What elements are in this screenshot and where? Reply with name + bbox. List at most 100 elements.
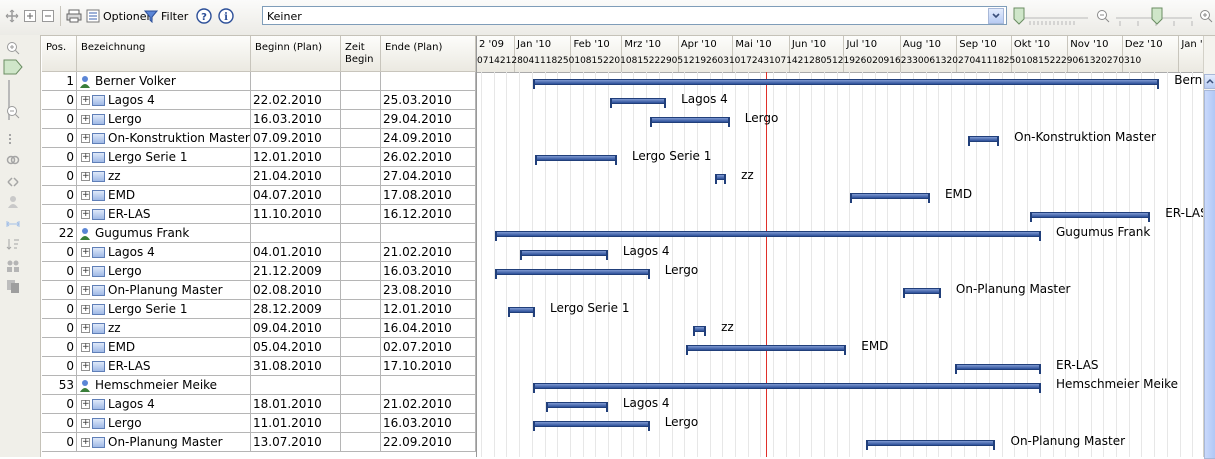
- scroll-thumb[interactable]: [1204, 90, 1215, 459]
- resource-icon[interactable]: [6, 195, 20, 209]
- table-row[interactable]: 0 + On-Planung Master 02.08.2010 23.08.2010: [42, 281, 476, 300]
- expand-icon[interactable]: +: [81, 305, 90, 314]
- help-icon[interactable]: ?: [196, 6, 212, 26]
- expand-icon[interactable]: +: [81, 324, 90, 333]
- expand-all-icon[interactable]: [24, 6, 36, 26]
- task-bar[interactable]: [968, 136, 1000, 146]
- table-row[interactable]: 0 + EMD 04.07.2010 17.08.2010: [42, 186, 476, 205]
- width-icon[interactable]: [6, 217, 20, 231]
- info-icon[interactable]: i: [218, 6, 234, 26]
- cell-pos: 0: [42, 186, 77, 204]
- expand-icon[interactable]: +: [81, 362, 90, 371]
- scroll-up-button[interactable]: [1204, 74, 1215, 89]
- resource-bar[interactable]: [533, 79, 1160, 89]
- filter-combo[interactable]: Keiner: [262, 6, 1007, 25]
- table-row[interactable]: 0 + On-Planung Master 13.07.2010 22.09.2010: [42, 433, 476, 452]
- table-row[interactable]: 0 + Lergo Serie 1 28.12.2009 12.01.2010: [42, 300, 476, 319]
- bar-label: On-Konstruktion Master: [1014, 130, 1156, 144]
- zoom-slider[interactable]: [1112, 5, 1196, 29]
- task-bar[interactable]: [535, 155, 617, 165]
- task-bar[interactable]: [520, 250, 609, 260]
- task-bar[interactable]: [533, 421, 651, 431]
- task-bar[interactable]: [495, 269, 650, 279]
- expand-icon[interactable]: +: [81, 248, 90, 257]
- task-bar[interactable]: [866, 440, 996, 450]
- print-icon[interactable]: [66, 6, 82, 26]
- task-bar[interactable]: [715, 174, 727, 184]
- zoom-in-icon[interactable]: [6, 41, 20, 55]
- task-icon: [92, 247, 105, 258]
- cell-name: Gugumus Frank: [77, 224, 251, 242]
- expand-icon[interactable]: +: [81, 172, 90, 181]
- task-bar[interactable]: [649, 117, 730, 127]
- column-header-start[interactable]: Beginn (Plan): [251, 36, 341, 72]
- task-bar[interactable]: [507, 307, 536, 317]
- table-row[interactable]: 0 + Lagos 4 04.01.2010 21.02.2010: [42, 243, 476, 262]
- resource-row[interactable]: 53 Hemschmeier Meike: [42, 376, 476, 395]
- expand-icon[interactable]: +: [81, 400, 90, 409]
- link-icon[interactable]: [6, 153, 20, 167]
- expand-icon[interactable]: +: [81, 134, 90, 143]
- table-row[interactable]: 0 + ER-LAS 11.10.2010 16.12.2010: [42, 205, 476, 224]
- expand-icon[interactable]: +: [81, 96, 90, 105]
- zoom-out-icon[interactable]: [1096, 6, 1110, 26]
- resource-bar[interactable]: [495, 231, 1041, 241]
- expand-icon[interactable]: +: [81, 210, 90, 219]
- table-row[interactable]: 0 + Lergo 11.01.2010 16.03.2010: [42, 414, 476, 433]
- expand-icon[interactable]: +: [81, 191, 90, 200]
- column-header-end[interactable]: Ende (Plan): [381, 36, 476, 72]
- expand-icon[interactable]: +: [81, 438, 90, 447]
- timescale-slider[interactable]: [1010, 5, 1092, 29]
- table-row[interactable]: 0 + Lagos 4 18.01.2010 21.02.2010: [42, 395, 476, 414]
- move-icon[interactable]: [5, 6, 19, 26]
- users-icon[interactable]: [6, 259, 20, 273]
- table-row[interactable]: 0 + Lergo Serie 1 12.01.2010 26.02.2010: [42, 148, 476, 167]
- table-row[interactable]: 0 + Lergo 16.03.2010 29.04.2010: [42, 110, 476, 129]
- resource-row[interactable]: 22 Gugumus Frank: [42, 224, 476, 243]
- expand-icon[interactable]: +: [81, 343, 90, 352]
- grid-line: [544, 72, 546, 457]
- expand-icon[interactable]: +: [81, 267, 90, 276]
- indent-icon[interactable]: [6, 133, 20, 147]
- column-header-name[interactable]: Bezeichnung: [77, 36, 251, 72]
- task-bar[interactable]: [955, 364, 1041, 374]
- table-row[interactable]: 0 + Lagos 4 22.02.2010 25.03.2010: [42, 91, 476, 110]
- task-bar[interactable]: [693, 326, 707, 336]
- table-row[interactable]: 0 + zz 21.04.2010 27.04.2010: [42, 167, 476, 186]
- cell-zeit: [341, 338, 381, 356]
- column-header-pos[interactable]: Pos.: [42, 36, 77, 72]
- vertical-zoom-slider[interactable]: [2, 56, 28, 78]
- collapse-all-icon[interactable]: [42, 6, 54, 26]
- expand-icon[interactable]: +: [81, 153, 90, 162]
- filter-button[interactable]: Filter: [144, 6, 188, 26]
- table-row[interactable]: 0 + Lergo 21.12.2009 16.03.2010: [42, 262, 476, 281]
- documents-icon[interactable]: [6, 279, 20, 293]
- resource-bar[interactable]: [533, 383, 1041, 393]
- table-row[interactable]: 0 + On-Konstruktion Master 07.09.2010 24.09.…: [42, 129, 476, 148]
- table-row[interactable]: 0 + zz 09.04.2010 16.04.2010: [42, 319, 476, 338]
- expand-icon[interactable]: +: [81, 419, 90, 428]
- table-row[interactable]: 0 + ER-LAS 31.08.2010 17.10.2010: [42, 357, 476, 376]
- task-bar[interactable]: [849, 193, 931, 203]
- task-bar[interactable]: [545, 402, 608, 412]
- resource-row[interactable]: 1 Berner Volker: [42, 72, 476, 91]
- cell-zeit: [341, 376, 381, 394]
- move-arrows-icon[interactable]: [6, 175, 20, 189]
- zoom-in-icon[interactable]: [1199, 6, 1213, 26]
- sort-icon[interactable]: [6, 237, 20, 251]
- zoom-out-icon[interactable]: [6, 105, 20, 119]
- task-bar[interactable]: [1030, 212, 1151, 222]
- task-bar[interactable]: [902, 288, 942, 298]
- vertical-scrollbar[interactable]: [1203, 36, 1215, 459]
- expand-icon[interactable]: +: [81, 115, 90, 124]
- task-icon: [92, 171, 105, 182]
- combo-dropdown-button[interactable]: [988, 8, 1004, 24]
- month-separator: [843, 36, 845, 72]
- table-row[interactable]: 0 + EMD 05.04.2010 02.07.2010: [42, 338, 476, 357]
- task-bar[interactable]: [609, 98, 667, 108]
- task-bar[interactable]: [686, 345, 847, 355]
- grid-line: [595, 72, 597, 457]
- column-header-zeit[interactable]: Zeit Begin: [341, 36, 381, 72]
- row-label: On-Konstruktion Master: [108, 131, 250, 145]
- expand-icon[interactable]: +: [81, 286, 90, 295]
